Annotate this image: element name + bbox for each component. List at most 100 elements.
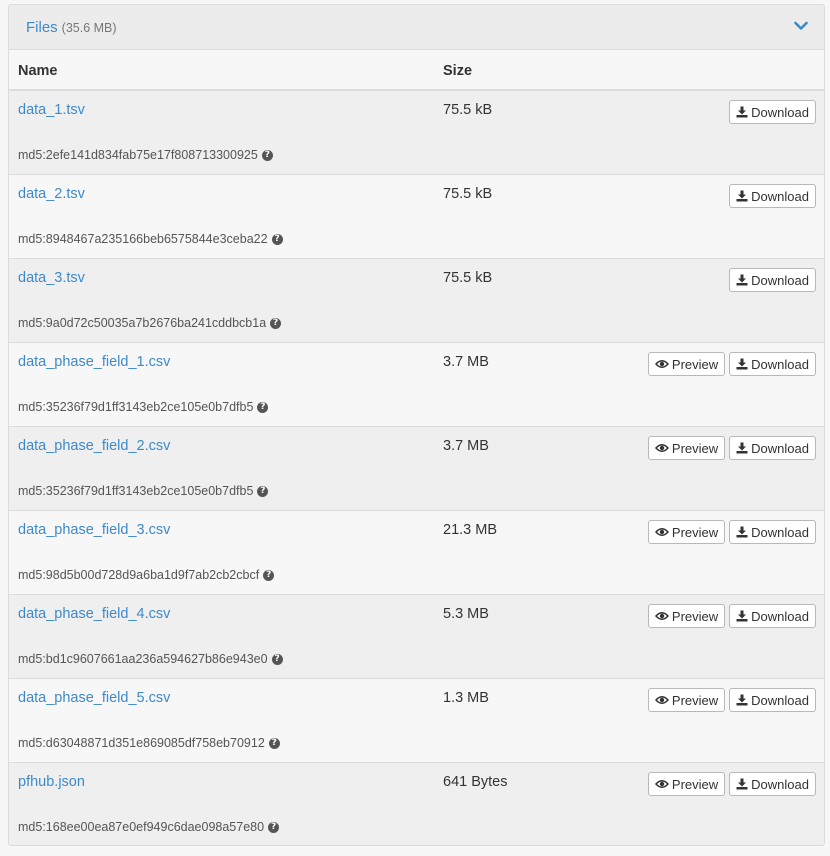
preview-button[interactable]: Preview [647,520,726,544]
download-button[interactable]: Download [729,688,816,712]
download-label: Download [751,188,809,204]
question-circle-icon[interactable]: ? [270,317,282,329]
table-row: pfhub.json 641 Bytes md5:168ee00ea87e0ef… [9,763,824,845]
row-actions: Preview Download [647,436,816,460]
panel-title-text: Files [26,19,58,36]
download-icon [736,190,748,202]
download-button[interactable]: Download [729,604,816,628]
md5-text: md5:9a0d72c50035a7b2676ba241cddbcb1a [18,316,267,330]
download-label: Download [751,356,809,372]
column-header-name: Name [18,63,58,79]
download-icon [736,274,748,286]
md5-text: md5:2efe141d834fab75e17f808713300925 [18,148,258,162]
row-actions: Preview Download [647,772,816,796]
file-name-link[interactable]: data_phase_field_1.csv [18,354,170,370]
download-label: Download [751,440,809,456]
chevron-down-icon[interactable] [794,21,808,31]
download-icon [736,442,748,454]
download-button[interactable]: Download [729,436,816,460]
file-size: 21.3 MB [443,522,497,538]
md5-text: md5:35236f79d1ff3143eb2ce105e0b7dfb5 [18,484,254,498]
preview-label: Preview [671,440,719,456]
md5-checksum: md5:168ee00ea87e0ef949c6dae098a57e80 ? [18,820,280,834]
eye-icon [654,612,669,620]
question-circle-icon[interactable]: ? [271,233,283,245]
file-name-link[interactable]: data_phase_field_3.csv [18,522,170,538]
md5-checksum: md5:bd1c9607661aa236a594627b86e943e0 ? [18,652,283,666]
preview-button[interactable]: Preview [647,604,726,628]
download-button[interactable]: Download [729,520,816,544]
file-name-link[interactable]: data_2.tsv [18,186,85,202]
file-size: 75.5 kB [443,186,493,202]
download-button[interactable]: Download [729,184,816,208]
download-label: Download [751,692,809,708]
question-circle-icon[interactable]: ? [271,653,283,665]
download-button[interactable]: Download [729,100,816,124]
table-row: data_phase_field_4.csv 5.3 MB md5:bd1c96… [9,595,824,679]
file-name-link[interactable]: data_1.tsv [18,102,85,118]
file-name-link[interactable]: pfhub.json [18,774,85,790]
file-name-link[interactable]: data_phase_field_2.csv [18,438,170,454]
eye-icon [654,444,669,452]
preview-label: Preview [671,692,719,708]
column-header-size: Size [443,63,473,79]
question-circle-icon[interactable]: ? [268,737,280,749]
panel-header[interactable]: Files (35.6 MB) [9,5,824,50]
table-header: Name Size [9,50,824,91]
download-button[interactable]: Download [729,268,816,292]
md5-checksum: md5:98d5b00d728d9a6ba1d9f7ab2cb2cbcf ? [18,568,275,582]
download-label: Download [751,608,809,624]
question-circle-icon[interactable]: ? [261,149,273,161]
panel-title[interactable]: Files (35.6 MB) [26,19,117,36]
table-row: data_3.tsv 75.5 kB md5:9a0d72c50035a7b26… [9,259,824,343]
md5-text: md5:d63048871d351e869085df758eb70912 [18,736,265,750]
table-row: data_phase_field_1.csv 3.7 MB md5:35236f… [9,343,824,427]
question-circle-icon[interactable]: ? [268,821,280,833]
table-row: data_phase_field_3.csv 21.3 MB md5:98d5b… [9,511,824,595]
file-name-link[interactable]: data_3.tsv [18,270,85,286]
preview-button[interactable]: Preview [647,436,726,460]
md5-checksum: md5:2efe141d834fab75e17f808713300925 ? [18,148,273,162]
file-name-link[interactable]: data_phase_field_5.csv [18,690,170,706]
preview-button[interactable]: Preview [647,688,726,712]
total-size: (35.6 MB) [61,21,117,35]
download-label: Download [751,104,809,120]
file-size: 3.7 MB [443,354,489,370]
download-button[interactable]: Download [729,352,816,376]
file-list: data_1.tsv 75.5 kB md5:2efe141d834fab75e… [9,91,824,845]
question-circle-icon[interactable]: ? [263,569,275,581]
preview-button[interactable]: Preview [647,352,726,376]
md5-checksum: md5:d63048871d351e869085df758eb70912 ? [18,736,280,750]
question-circle-icon[interactable]: ? [257,485,269,497]
preview-label: Preview [671,608,719,624]
md5-text: md5:98d5b00d728d9a6ba1d9f7ab2cb2cbcf [18,568,260,582]
file-size: 1.3 MB [443,690,489,706]
download-icon [736,358,748,370]
file-name-link[interactable]: data_phase_field_4.csv [18,606,170,622]
download-button[interactable]: Download [729,772,816,796]
file-size: 75.5 kB [443,102,493,118]
download-icon [736,694,748,706]
preview-label: Preview [671,356,719,372]
download-label: Download [751,524,809,540]
row-actions: Preview Download [647,688,816,712]
files-panel: Files (35.6 MB) Name Size data_1.tsv 75.5… [8,4,825,846]
table-row: data_phase_field_5.csv 1.3 MB md5:d63048… [9,679,824,763]
preview-button[interactable]: Preview [647,772,726,796]
download-icon [736,106,748,118]
md5-text: md5:35236f79d1ff3143eb2ce105e0b7dfb5 [18,400,254,414]
row-actions: Preview Download [647,352,816,376]
table-row: data_2.tsv 75.5 kB md5:8948467a235166beb… [9,175,824,259]
download-icon [736,778,748,790]
download-label: Download [751,272,809,288]
eye-icon [654,528,669,536]
md5-checksum: md5:8948467a235166beb6575844e3ceba22 ? [18,232,283,246]
preview-label: Preview [671,776,719,792]
md5-checksum: md5:35236f79d1ff3143eb2ce105e0b7dfb5 ? [18,400,269,414]
file-size: 5.3 MB [443,606,489,622]
table-row: data_phase_field_2.csv 3.7 MB md5:35236f… [9,427,824,511]
row-actions: Download [729,268,816,292]
preview-label: Preview [671,524,719,540]
question-circle-icon[interactable]: ? [257,401,269,413]
file-size: 75.5 kB [443,270,493,286]
